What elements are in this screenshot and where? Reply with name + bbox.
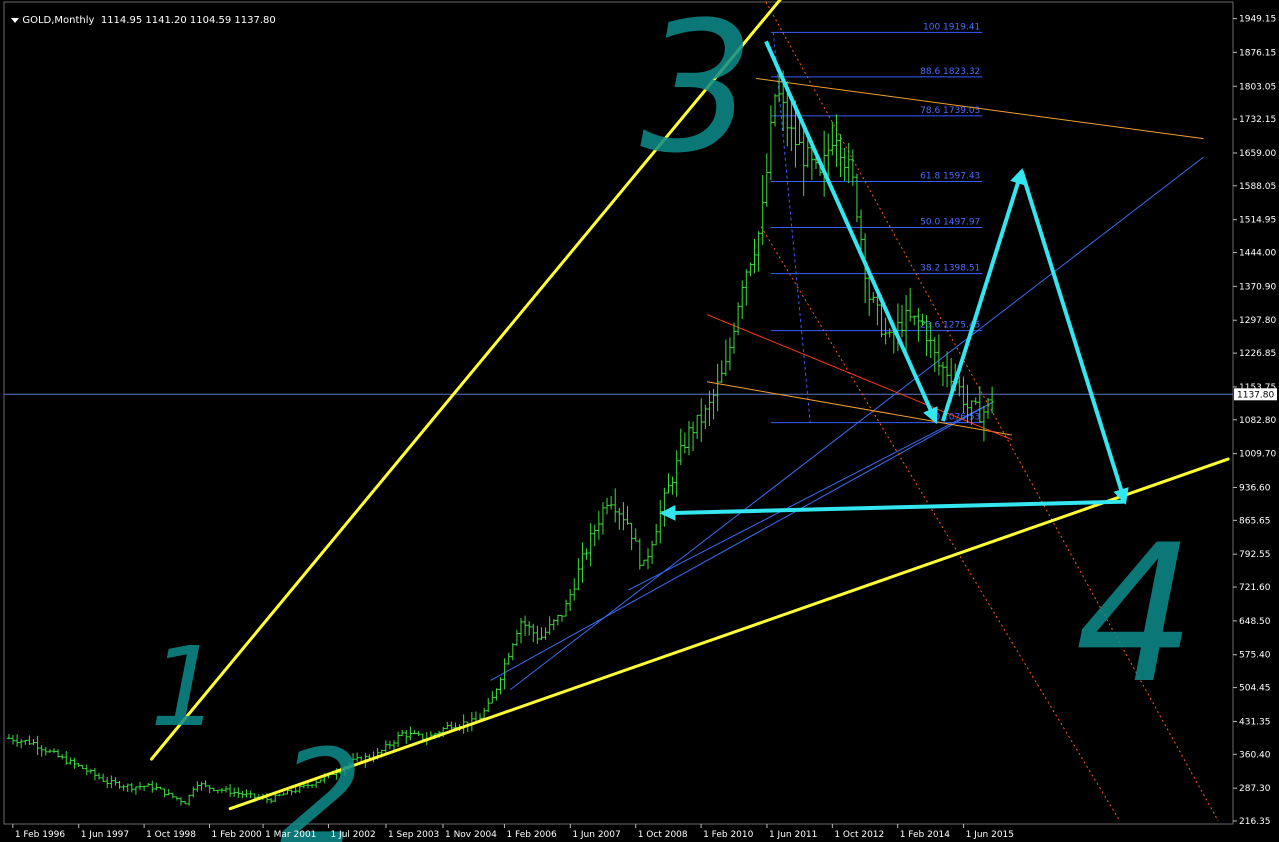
x-tick-label: 1 Jun 2011 (769, 830, 817, 840)
y-tick-label: 792.55 (1239, 550, 1271, 560)
y-tick-label: 1370.90 (1239, 282, 1276, 292)
x-tick-label: 1 Feb 2000 (211, 830, 262, 840)
x-tick-label: 1 Jun 2007 (572, 830, 620, 840)
wave-label-2: 2 (280, 721, 363, 842)
y-tick-label: 1082.80 (1239, 416, 1276, 426)
y-tick-label: 1732.15 (1239, 115, 1276, 125)
y-tick-label: 1876.15 (1239, 48, 1276, 58)
y-tick-label: 504.45 (1239, 684, 1271, 694)
wave-label-1: 1 (150, 623, 220, 751)
dropdown-triangle-icon[interactable] (11, 17, 20, 23)
x-tick-label: 1 Feb 2010 (703, 830, 754, 840)
y-tick-label: 1659.00 (1239, 149, 1276, 159)
y-tick-label: 1803.05 (1239, 82, 1276, 92)
y-tick-label: 287.30 (1239, 784, 1271, 794)
wave-label-3: 3 (640, 0, 755, 193)
y-tick-label: 360.40 (1239, 750, 1271, 760)
y-tick-label: 431.35 (1239, 717, 1271, 727)
current-price-label: 1137.80 (1237, 390, 1274, 400)
gold-monthly-chart[interactable]: 100 1919.4188.6 1823.3278.6 1739.0361.8 … (0, 0, 1279, 842)
fib-level-label: 100 1919.41 (923, 22, 980, 32)
ohlc-values: 1114.95 1141.20 1104.59 1137.80 (100, 15, 276, 26)
x-tick-label: 1 Jun 2015 (966, 830, 1014, 840)
y-tick-label: 1009.70 (1239, 450, 1276, 460)
symbol-label: GOLD,Monthly (22, 15, 95, 26)
y-tick-label: 648.50 (1239, 617, 1271, 627)
x-tick-label: 1 Jun 1997 (81, 830, 129, 840)
x-tick-label: 1 Nov 2004 (445, 830, 497, 840)
chart-header[interactable]: GOLD,Monthly 1114.95 1141.20 1104.59 113… (5, 4, 276, 26)
y-tick-label: 1949.15 (1239, 15, 1276, 25)
fib-level-label: 88.6 1823.32 (920, 67, 980, 77)
x-tick-label: 1 Mar 2001 (265, 830, 316, 840)
y-tick-label: 1444.00 (1239, 249, 1276, 259)
x-tick-label: 1 Oct 2008 (638, 830, 688, 840)
x-tick-label: 1 Feb 2014 (900, 830, 951, 840)
fib-level-label: 61.8 1597.43 (920, 171, 980, 181)
x-tick-label: 1 Oct 2012 (834, 830, 884, 840)
fib-level-label: 38.2 1398.51 (920, 264, 980, 274)
y-tick-label: 216.35 (1239, 817, 1271, 827)
y-tick-label: 1226.85 (1239, 349, 1276, 359)
y-tick-label: 575.40 (1239, 651, 1271, 661)
wave-label-4: 4 (1075, 504, 1196, 725)
y-tick-label: 1588.05 (1239, 182, 1276, 192)
y-tick-label: 1297.80 (1239, 316, 1276, 326)
x-tick-label: 1 Feb 2006 (506, 830, 557, 840)
y-tick-label: 721.60 (1239, 583, 1271, 593)
x-tick-label: 1 Sep 2003 (388, 830, 439, 840)
x-tick-label: 1 Oct 1998 (146, 830, 196, 840)
y-tick-label: 936.60 (1239, 483, 1271, 493)
x-tick-label: 1 Feb 1996 (15, 830, 66, 840)
x-tick-label: 1 Jul 2002 (330, 830, 375, 840)
fib-level-label: 50.0 1497.97 (920, 218, 980, 228)
y-tick-label: 1514.95 (1239, 216, 1276, 226)
y-tick-label: 865.65 (1239, 516, 1271, 526)
